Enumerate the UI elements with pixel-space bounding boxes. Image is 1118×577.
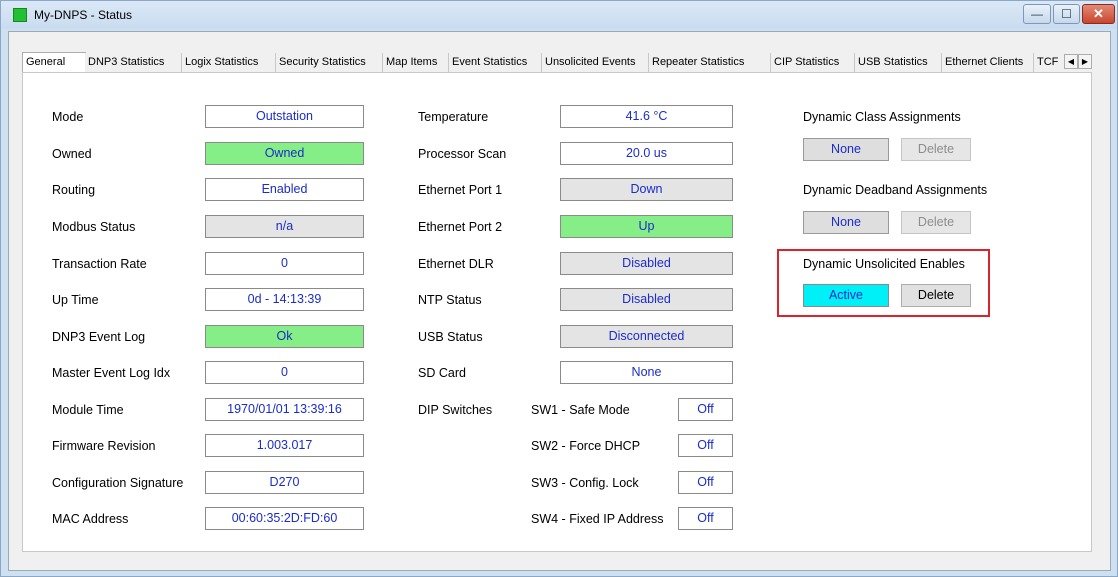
up-time-label: Up Time (52, 293, 99, 307)
tab-repeater-statistics[interactable]: Repeater Statistics (649, 53, 771, 72)
dnp3-event-log-label: DNP3 Event Log (52, 330, 146, 344)
ethernet-port-1-label: Ethernet Port 1 (418, 183, 503, 197)
processor-scan-value: 20.0 us (560, 142, 733, 165)
ethernet-port-2-label: Ethernet Port 2 (418, 220, 503, 234)
up-time-value: 0d - 14:13:39 (205, 288, 364, 311)
configuration-signature-label: Configuration Signature (52, 476, 184, 490)
tab-event-statistics[interactable]: Event Statistics (449, 53, 542, 72)
tab-unsolicited-events[interactable]: Unsolicited Events (542, 53, 649, 72)
mode-value: Outstation (205, 105, 364, 128)
modbus-status-label: Modbus Status (52, 220, 136, 234)
tab-usb-statistics[interactable]: USB Statistics (855, 53, 942, 72)
master-event-log-idx-value: 0 (205, 361, 364, 384)
routing-label: Routing (52, 183, 96, 197)
tab-logix-statistics[interactable]: Logix Statistics (182, 53, 276, 72)
dynamic-deadband-state: None (803, 211, 889, 234)
sw3-label: SW3 - Config. Lock (531, 476, 639, 490)
tab-map-items[interactable]: Map Items (383, 53, 449, 72)
temperature-value: 41.6 °C (560, 105, 733, 128)
app-icon (13, 8, 27, 22)
dynamic-class-delete-button[interactable]: Delete (901, 138, 971, 161)
tab-security-statistics[interactable]: Security Statistics (276, 53, 383, 72)
transaction-rate-value: 0 (205, 252, 364, 275)
dynamic-class-assignments-title: Dynamic Class Assignments (803, 110, 961, 124)
dynamic-deadband-delete-button[interactable]: Delete (901, 211, 971, 234)
tab-dnp3-statistics[interactable]: DNP3 Statistics (85, 53, 182, 72)
firmware-revision-value: 1.003.017 (205, 434, 364, 457)
routing-value: Enabled (205, 178, 364, 201)
temperature-label: Temperature (418, 110, 489, 124)
modbus-status-value: n/a (205, 215, 364, 238)
ethernet-dlr-label: Ethernet DLR (418, 257, 494, 271)
window-title: My-DNPS - Status (34, 8, 133, 22)
sd-card-value: None (560, 361, 733, 384)
tab-scroll-right-icon[interactable]: ▶ (1078, 54, 1092, 69)
tab-strip: General DNP3 Statistics Logix Statistics… (22, 52, 1092, 73)
sw2-label: SW2 - Force DHCP (531, 439, 641, 453)
processor-scan-label: Processor Scan (418, 147, 507, 161)
maximize-button[interactable]: ☐ (1053, 4, 1080, 24)
dnp3-event-log-value: Ok (205, 325, 364, 348)
sw1-value: Off (678, 398, 733, 421)
tab-general[interactable]: General (22, 52, 86, 73)
master-event-log-idx-label: Master Event Log Idx (52, 366, 171, 380)
module-time-value: 1970/01/01 13:39:16 (205, 398, 364, 421)
owned-value: Owned (205, 142, 364, 165)
tab-cip-statistics[interactable]: CIP Statistics (771, 53, 855, 72)
ntp-status-value: Disabled (560, 288, 733, 311)
close-button[interactable]: ✕ (1082, 4, 1115, 24)
title-bar: My-DNPS - Status — ☐ ✕ (1, 1, 1117, 29)
sd-card-label: SD Card (418, 366, 466, 380)
owned-label: Owned (52, 147, 92, 161)
sw3-value: Off (678, 471, 733, 494)
ethernet-port-1-value: Down (560, 178, 733, 201)
dynamic-deadband-assignments-title: Dynamic Deadband Assignments (803, 183, 988, 197)
sw2-value: Off (678, 434, 733, 457)
sw4-label: SW4 - Fixed IP Address (531, 512, 664, 526)
highlight-box (777, 249, 990, 317)
firmware-revision-label: Firmware Revision (52, 439, 156, 453)
configuration-signature-value: D270 (205, 471, 364, 494)
ethernet-port-2-value: Up (560, 215, 733, 238)
ntp-status-label: NTP Status (418, 293, 482, 307)
usb-status-value: Disconnected (560, 325, 733, 348)
tab-tcp[interactable]: TCF (1034, 53, 1064, 72)
minimize-button[interactable]: — (1023, 4, 1051, 24)
module-time-label: Module Time (52, 403, 124, 417)
mode-label: Mode (52, 110, 84, 124)
sw1-label: SW1 - Safe Mode (531, 403, 630, 417)
tab-ethernet-clients[interactable]: Ethernet Clients (942, 53, 1034, 72)
sw4-value: Off (678, 507, 733, 530)
ethernet-dlr-value: Disabled (560, 252, 733, 275)
mac-address-label: MAC Address (52, 512, 129, 526)
usb-status-label: USB Status (418, 330, 483, 344)
transaction-rate-label: Transaction Rate (52, 257, 147, 271)
dynamic-class-state: None (803, 138, 889, 161)
mac-address-value: 00:60:35:2D:FD:60 (205, 507, 364, 530)
dip-switches-label: DIP Switches (418, 403, 493, 417)
tab-scroll-left-icon[interactable]: ◀ (1064, 54, 1078, 69)
